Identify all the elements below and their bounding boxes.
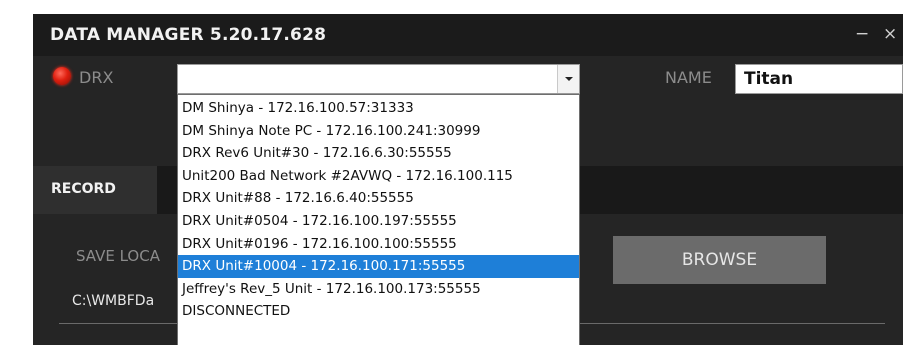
title-bar[interactable]: DATA MANAGER 5.20.17.628 − × — [33, 14, 903, 56]
connection-status-led-icon — [53, 67, 71, 85]
tab-record[interactable]: RECORD — [33, 166, 157, 214]
close-button[interactable]: × — [883, 24, 897, 44]
tab-record-label: RECORD — [51, 181, 116, 197]
drx-label: DRX — [79, 68, 114, 87]
chevron-down-icon — [565, 77, 573, 81]
dropdown-option-selected[interactable]: DRX Unit#10004 - 172.16.100.171:55555 — [178, 255, 579, 278]
dropdown-option[interactable]: DRX Rev6 Unit#30 - 172.16.6.30:55555 — [178, 142, 579, 165]
dropdown-option[interactable]: DM Shinya - 172.16.100.57:31333 — [178, 97, 579, 120]
name-label: NAME — [665, 68, 712, 87]
dropdown-option[interactable]: DM Shinya Note PC - 172.16.100.241:30999 — [178, 120, 579, 143]
drx-unit-dropdown-list[interactable]: DM Shinya - 172.16.100.57:31333 DM Shiny… — [177, 94, 580, 345]
dropdown-option[interactable]: DRX Unit#88 - 172.16.6.40:55555 — [178, 187, 579, 210]
dropdown-option[interactable]: Jeffrey's Rev_5 Unit - 172.16.100.173:55… — [178, 278, 579, 301]
save-location-label: SAVE LOCA — [76, 247, 160, 265]
window-title: DATA MANAGER 5.20.17.628 — [50, 25, 327, 45]
combobox-dropdown-button[interactable] — [557, 65, 579, 93]
dropdown-option[interactable]: Unit200 Bad Network #2AVWQ - 172.16.100.… — [178, 165, 579, 188]
browse-button[interactable]: BROWSE — [613, 236, 826, 284]
minimize-button[interactable]: − — [855, 24, 869, 44]
dropdown-option[interactable]: DRX Unit#0196 - 172.16.100.100:55555 — [178, 233, 579, 256]
name-input[interactable]: Titan — [735, 64, 903, 94]
dropdown-option[interactable]: DRX Unit#0504 - 172.16.100.197:55555 — [178, 210, 579, 233]
save-path-value: C:\WMBFDa — [72, 293, 155, 309]
dropdown-option[interactable]: DISCONNECTED — [178, 300, 579, 323]
drx-unit-combobox[interactable] — [177, 64, 580, 94]
